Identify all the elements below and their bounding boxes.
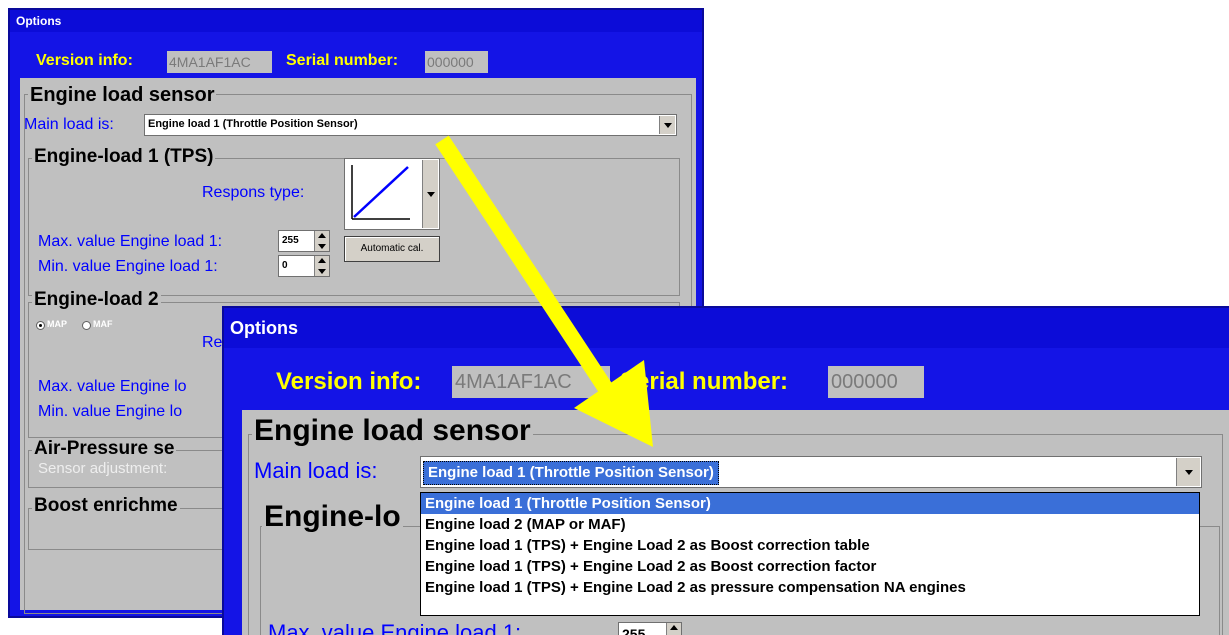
spinner-arrows-icon[interactable] [314,256,329,276]
spinner-arrows-icon[interactable] [314,231,329,251]
options-window-front: Options Version info: 4MA1AF1AC Serial n… [222,306,1229,635]
dropdown-option[interactable]: Engine load 1 (TPS) + Engine Load 2 as B… [421,556,1199,577]
serial-number-label-front: Serial number: [620,368,789,395]
linear-response-curve-icon [351,165,410,220]
respons-type-label-2: Re [202,334,223,351]
boost-enrichment-title: Boost enrichme [32,495,180,517]
max-value2-label: Max. value Engine lo [38,378,187,395]
max-value-label: Max. value Engine load 1: [38,233,223,250]
sensor-adjustment-label: Sensor adjustment: [38,460,168,477]
window-title: Options [16,14,62,28]
engine-load1-title-front: Engine-lo [262,500,403,534]
dropdown-option[interactable]: Engine load 1 (TPS) + Engine Load 2 as B… [421,535,1199,556]
automatic-cal-button[interactable]: Automatic cal. [344,236,440,262]
radio-maf-label: MAF [93,319,113,329]
min-value-stepper-value: 0 [282,260,288,271]
serial-number-value: 000000 [425,51,488,73]
dropdown-option[interactable]: Engine load 2 (MAP or MAF) [421,514,1199,535]
max-value-stepper-value: 255 [282,235,299,246]
serial-number-value-front: 000000 [828,366,924,398]
main-load-select[interactable]: Engine load 1 (Throttle Position Sensor) [144,114,677,136]
main-load-label-front: Main load is: [254,458,378,483]
min-value2-label: Min. value Engine lo [38,403,183,420]
main-load-select-front[interactable]: Engine load 1 (Throttle Position Sensor) [420,456,1202,488]
engine-load1-title: Engine-load 1 (TPS) [32,146,216,168]
main-load-dropdown-list[interactable]: Engine load 1 (Throttle Position Sensor)… [420,492,1200,616]
radio-map[interactable] [36,321,45,330]
chevron-down-icon[interactable] [1176,458,1200,486]
version-info-value-front: 4MA1AF1AC [452,366,610,398]
window-titlebar-front[interactable]: Options [224,308,1229,348]
max-value-label-front: Max. value Engine load 1: [268,620,522,635]
max-value-stepper-value-front: 255 [622,626,646,635]
max-value-stepper-front[interactable]: 255 [618,622,682,635]
radio-maf[interactable] [82,321,91,330]
max-value-stepper[interactable]: 255 [278,230,330,252]
dropdown-option[interactable]: Engine load 1 (Throttle Position Sensor) [421,493,1199,514]
main-load-label: Main load is: [24,116,114,133]
window-title-front: Options [230,318,298,338]
version-info-value: 4MA1AF1AC [167,51,272,73]
min-value-stepper[interactable]: 0 [278,255,330,277]
main-load-select-value-front: Engine load 1 (Throttle Position Sensor) [423,461,719,485]
chevron-down-icon[interactable] [422,160,438,228]
serial-number-label: Serial number: [286,52,399,69]
version-info-label-front: Version info: [276,368,422,395]
air-pressure-title: Air-Pressure se [32,438,177,460]
engine-load-sensor-title: Engine load sensor [28,84,217,107]
spinner-arrows-icon[interactable] [666,623,681,635]
min-value-label: Min. value Engine load 1: [38,258,218,275]
window-titlebar[interactable]: Options [10,10,702,32]
version-info-label: Version info: [36,52,133,69]
radio-map-label: MAP [47,319,67,329]
engine-load2-title: Engine-load 2 [32,289,161,311]
engine-load-sensor-title-front: Engine load sensor [252,414,533,448]
respons-type-select[interactable] [344,158,440,230]
respons-type-label: Respons type: [202,184,305,201]
dropdown-option[interactable]: Engine load 1 (TPS) + Engine Load 2 as p… [421,577,1199,598]
chevron-down-icon[interactable] [659,116,675,134]
main-load-select-value: Engine load 1 (Throttle Position Sensor) [148,118,358,130]
